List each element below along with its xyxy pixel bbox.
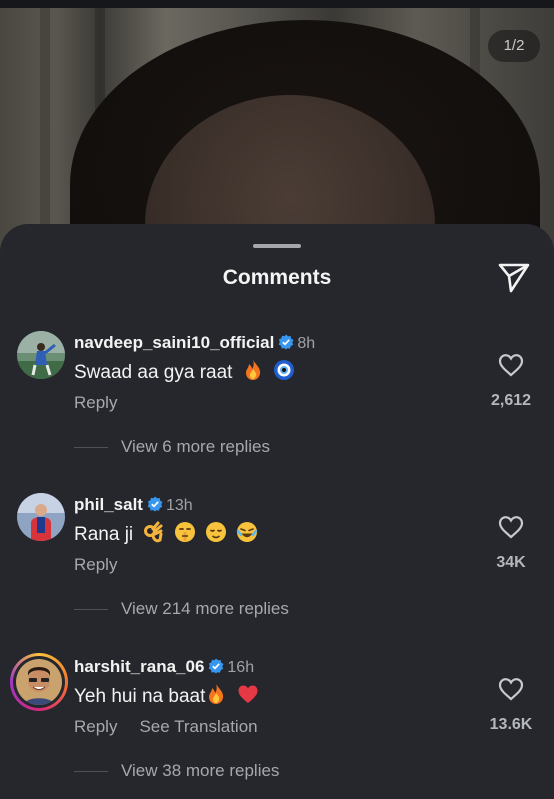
verified-badge-icon bbox=[208, 657, 224, 681]
comment-header: phil_salt 13h bbox=[74, 493, 193, 519]
comment-actions: Reply See Translation bbox=[74, 717, 258, 737]
joy-face-icon bbox=[236, 521, 258, 551]
view-replies-button[interactable]: View 6 more replies bbox=[74, 437, 270, 457]
comment-username[interactable]: harshit_rana_06 bbox=[74, 657, 204, 676]
relieved-face-icon bbox=[205, 521, 227, 551]
fire-icon bbox=[242, 359, 264, 389]
red-heart-icon bbox=[237, 683, 259, 713]
heart-icon[interactable] bbox=[486, 353, 536, 382]
paper-plane-icon[interactable] bbox=[497, 262, 531, 294]
heart-icon[interactable] bbox=[486, 677, 536, 706]
avatar-harshit-rana-story-ring[interactable] bbox=[10, 653, 68, 711]
comment-header: harshit_rana_06 16h bbox=[74, 655, 254, 681]
comment-text: Rana ji bbox=[74, 521, 258, 551]
reply-button[interactable]: Reply bbox=[74, 555, 117, 574]
verified-badge-icon bbox=[147, 495, 163, 519]
comment-username[interactable]: phil_salt bbox=[74, 495, 143, 514]
comment-time: 8h bbox=[297, 335, 316, 352]
like-count: 13.6K bbox=[489, 716, 533, 733]
view-replies-button[interactable]: View 214 more replies bbox=[74, 599, 289, 619]
like-count: 2,612 bbox=[490, 392, 532, 409]
status-strip bbox=[0, 0, 554, 8]
comment-actions: Reply bbox=[74, 393, 117, 413]
like-control: 34K bbox=[486, 515, 536, 572]
view-replies-button[interactable]: View 38 more replies bbox=[74, 761, 279, 781]
comment-username[interactable]: navdeep_saini10_official bbox=[74, 333, 274, 352]
verified-badge-icon bbox=[278, 333, 294, 357]
comment-header: navdeep_saini10_official 8h bbox=[74, 331, 315, 357]
reply-button[interactable]: Reply bbox=[74, 393, 117, 412]
like-count: 34K bbox=[496, 554, 526, 571]
reply-button[interactable]: Reply bbox=[74, 717, 117, 736]
like-control: 2,612 bbox=[486, 353, 536, 410]
comment-time: 13h bbox=[165, 497, 193, 514]
comment-text: Swaad aa gya raat bbox=[74, 359, 295, 389]
comments-sheet: Comments navdeep_saini10_official 8h Swaa… bbox=[0, 224, 554, 799]
comments-title: Comments bbox=[222, 266, 332, 289]
heart-icon[interactable] bbox=[486, 515, 536, 544]
nazar-amulet-icon bbox=[273, 359, 295, 389]
shushing-face-icon bbox=[174, 521, 196, 551]
avatar-phil-salt[interactable] bbox=[17, 493, 65, 541]
sheet-drag-handle[interactable] bbox=[253, 244, 301, 248]
ok-hand-icon bbox=[142, 521, 164, 551]
fire-icon bbox=[205, 683, 227, 713]
like-control: 13.6K bbox=[486, 677, 536, 734]
comment-time: 16h bbox=[227, 659, 255, 676]
avatar-navdeep[interactable] bbox=[17, 331, 65, 379]
story-page-counter: 1/2 bbox=[488, 30, 540, 62]
comment-actions: Reply bbox=[74, 555, 117, 575]
see-translation-button[interactable]: See Translation bbox=[139, 717, 257, 736]
comment-text: Yeh hui na baat bbox=[74, 683, 259, 713]
